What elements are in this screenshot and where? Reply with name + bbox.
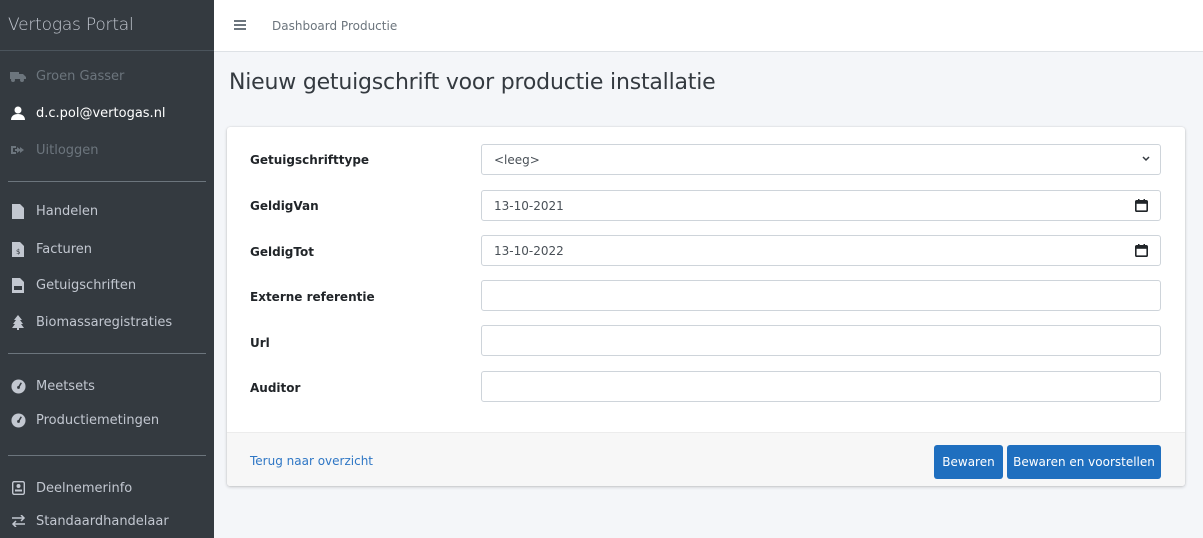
top-navbar: Dashboard Productie: [214, 0, 1203, 52]
geldigtot-date-input[interactable]: 13-10-2022: [481, 235, 1161, 266]
label-externe-referentie: Externe referentie: [250, 290, 375, 304]
file-icon: [10, 203, 26, 219]
sidebar-item-handelen[interactable]: Handelen: [10, 203, 98, 219]
sign-out-icon: [10, 142, 26, 158]
label-geldigvan: GeldigVan: [250, 199, 319, 213]
save-and-propose-button[interactable]: Bewaren en voorstellen: [1007, 445, 1161, 479]
sidebar-item-label: Facturen: [36, 241, 93, 257]
calendar-icon[interactable]: [1135, 244, 1148, 257]
truck-icon: [10, 68, 26, 84]
geldigvan-date-input[interactable]: 13-10-2021: [481, 190, 1161, 221]
menu-toggle-icon[interactable]: [234, 20, 246, 30]
sidebar-item-biomassaregistraties[interactable]: Biomassaregistraties: [10, 314, 172, 330]
label-url: Url: [250, 336, 270, 350]
sidebar-item-standaardhandelaar[interactable]: Standaardhandelaar: [10, 513, 169, 529]
sidebar-item-label: Biomassaregistraties: [36, 314, 173, 330]
svg-text:$: $: [16, 248, 20, 256]
url-input[interactable]: [481, 325, 1161, 356]
invoice-icon: $: [10, 241, 26, 257]
back-to-overview-link[interactable]: Terug naar overzicht: [250, 454, 373, 468]
externe-referentie-input[interactable]: [481, 280, 1161, 311]
label-geldigtot: GeldigTot: [250, 245, 314, 259]
user-icon: [10, 105, 26, 121]
sidebar-item-deelnemerinfo[interactable]: Deelnemerinfo: [10, 480, 132, 496]
save-button[interactable]: Bewaren: [934, 445, 1003, 479]
sidebar-divider: [8, 181, 206, 182]
label-getuigschrifttype: Getuigschrifttype: [250, 153, 370, 167]
sidebar-item-label: Getuigschriften: [36, 277, 137, 293]
sidebar-item-label: Handelen: [36, 203, 99, 219]
auditor-input[interactable]: [481, 371, 1161, 402]
sidebar-item-label: Productiemetingen: [36, 412, 160, 428]
label-auditor: Auditor: [250, 381, 301, 395]
brand-title: Vertogas Portal: [8, 15, 134, 35]
sidebar-item-label: d.c.pol@vertogas.nl: [36, 105, 166, 121]
page-title: Nieuw getuigschrift voor productie insta…: [229, 70, 716, 95]
form-card: Getuigschrifttype <leeg> GeldigVan 13-10…: [227, 127, 1185, 486]
select-value: <leeg>: [494, 152, 540, 167]
sidebar-divider: [8, 353, 206, 354]
calendar-icon[interactable]: [1135, 199, 1148, 212]
sidebar-item-label: Uitloggen: [36, 142, 99, 158]
brand[interactable]: Vertogas Portal: [0, 0, 214, 51]
sidebar-item-label: Standaardhandelaar: [36, 513, 169, 529]
sidebar-item-label: Groen Gasser: [36, 68, 125, 84]
sidebar-item-label: Meetsets: [36, 378, 95, 394]
card-footer: Terug naar overzicht Bewaren Bewaren en …: [227, 432, 1185, 486]
exchange-icon: [10, 513, 26, 529]
gauge-icon: [10, 412, 26, 428]
gauge-icon: [10, 378, 26, 394]
sidebar-item-meetsets[interactable]: Meetsets: [10, 378, 95, 394]
date-value: 13-10-2021: [494, 198, 564, 213]
date-value: 13-10-2022: [494, 243, 564, 258]
sidebar-item-productiemetingen[interactable]: Productiemetingen: [10, 412, 159, 428]
sidebar-item-label: Deelnemerinfo: [36, 480, 133, 496]
getuigschrifttype-select[interactable]: <leeg>: [481, 144, 1161, 175]
sidebar-item-user[interactable]: d.c.pol@vertogas.nl: [10, 105, 166, 121]
chevron-down-icon: [1142, 156, 1150, 162]
sidebar-divider: [8, 455, 206, 456]
breadcrumb[interactable]: Dashboard Productie: [272, 19, 397, 33]
sidebar-item-getuigschriften[interactable]: Getuigschriften: [10, 277, 136, 293]
sidebar-item-groen-gasser: Groen Gasser: [10, 68, 124, 84]
certificate-icon: [10, 277, 26, 293]
sidebar-item-facturen[interactable]: $ Facturen: [10, 241, 92, 257]
tree-icon: [10, 314, 26, 330]
sidebar: Vertogas Portal Groen Gasser d.c.pol@ver…: [0, 0, 214, 538]
id-card-icon: [10, 480, 26, 496]
sidebar-item-uitloggen[interactable]: Uitloggen: [10, 142, 99, 158]
